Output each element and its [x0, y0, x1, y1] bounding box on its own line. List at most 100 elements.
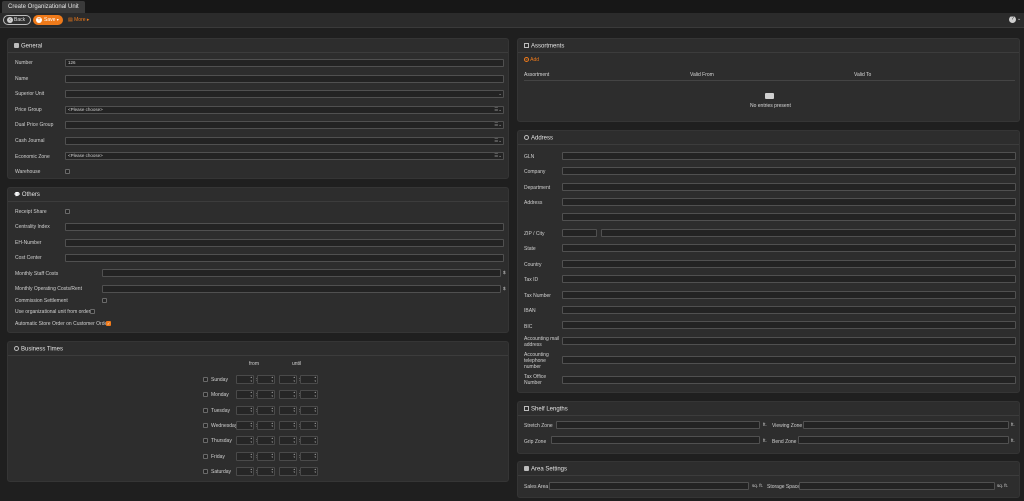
price-group-select[interactable]: <Please choose> ☰⌄	[65, 106, 504, 114]
day-checkbox[interactable]	[203, 407, 208, 413]
name-label: Name	[15, 76, 29, 82]
from-hour-spinner[interactable]: ▴ ▾	[236, 390, 254, 400]
from-hour-spinner[interactable]: ▴ ▾	[236, 451, 254, 461]
from-hour-spinner[interactable]: ▴ ▾	[236, 436, 254, 446]
until-minute-spinner[interactable]: ▴ ▾	[300, 451, 318, 461]
operating-costs-input[interactable]	[102, 285, 501, 293]
chat-icon: 💬	[14, 192, 21, 198]
day-checkbox[interactable]	[203, 422, 208, 428]
column-valid-to[interactable]: Valid To	[854, 72, 871, 78]
until-minute-spinner[interactable]: ▴ ▾	[300, 390, 318, 400]
storage-space-input[interactable]	[799, 482, 995, 490]
chevron-down-icon[interactable]: ⌄	[1017, 16, 1021, 22]
gln-input[interactable]	[562, 152, 1016, 160]
accounting-mail-input[interactable]	[562, 337, 1016, 345]
until-hour-spinner[interactable]: ▴ ▾	[279, 390, 297, 400]
column-assortment[interactable]: Assortment	[524, 72, 549, 78]
until-minute-spinner[interactable]: ▴ ▾	[300, 436, 318, 446]
assortments-title-text: Assortments	[531, 43, 565, 50]
tax-office-label-line2: Number	[524, 380, 542, 386]
add-assortment-button[interactable]: + Add	[524, 57, 539, 63]
cash-journal-select[interactable]: ☰⌄	[65, 137, 504, 145]
city-input[interactable]	[601, 229, 1016, 237]
superior-unit-select[interactable]: ⌄	[65, 90, 504, 98]
warehouse-checkbox[interactable]	[65, 169, 70, 174]
from-hour-spinner[interactable]: ▴ ▾	[236, 405, 254, 415]
column-valid-from[interactable]: Valid From	[690, 72, 714, 78]
business-day-row: Thursday▴▾:▴▾▴▾:▴▾	[8, 436, 508, 446]
day-checkbox[interactable]	[203, 453, 208, 459]
from-hour-spinner[interactable]: ▴ ▾	[236, 420, 254, 430]
from-minute-spinner[interactable]: ▴ ▾	[257, 390, 275, 400]
day-checkbox[interactable]	[203, 438, 208, 444]
from-minute-spinner[interactable]: ▴ ▾	[257, 436, 275, 446]
help-icon[interactable]: ?	[1009, 16, 1016, 23]
address-icon	[524, 135, 529, 140]
state-input[interactable]	[562, 244, 1016, 252]
name-input[interactable]	[65, 75, 504, 83]
from-minute-spinner[interactable]: ▴ ▾	[257, 451, 275, 461]
until-hour-spinner[interactable]: ▴ ▾	[279, 451, 297, 461]
zip-input[interactable]	[562, 229, 597, 237]
company-input[interactable]	[562, 167, 1016, 175]
spinner-arrows-icon: ▴ ▾	[271, 405, 273, 414]
assortments-icon	[524, 43, 529, 48]
until-hour-spinner[interactable]: ▴ ▾	[279, 405, 297, 415]
until-minute-spinner[interactable]: ▴ ▾	[300, 405, 318, 415]
department-input[interactable]	[562, 183, 1016, 191]
tax-number-input[interactable]	[562, 291, 1016, 299]
country-input[interactable]	[562, 260, 1016, 268]
auto-store-checkbox[interactable]: ✓	[106, 321, 111, 326]
from-minute-spinner[interactable]: ▴ ▾	[257, 420, 275, 430]
address-line1-input[interactable]	[562, 198, 1016, 206]
more-button[interactable]: ▤ More ▸	[68, 15, 89, 25]
tax-office-input[interactable]	[562, 376, 1016, 384]
toolbar	[0, 13, 1024, 28]
until-minute-spinner[interactable]: ▴ ▾	[300, 420, 318, 430]
commission-checkbox[interactable]	[102, 298, 107, 303]
until-header: until	[292, 361, 302, 367]
bic-input[interactable]	[562, 321, 1016, 329]
address-line2-input[interactable]	[562, 213, 1016, 221]
business-day-row: Sunday▴▾:▴▾▴▾:▴▾	[8, 375, 508, 385]
until-hour-spinner[interactable]: ▴ ▾	[279, 375, 297, 384]
until-hour-spinner[interactable]: ▴ ▾	[279, 436, 297, 446]
viewing-zone-input[interactable]	[803, 421, 1009, 429]
cost-center-input[interactable]	[65, 254, 504, 262]
address-panel: Address GLN Company Department Address Z…	[517, 130, 1020, 393]
dual-price-group-select[interactable]: ☰⌄	[65, 121, 504, 129]
day-checkbox[interactable]	[203, 468, 208, 474]
back-button[interactable]: ‹ Back	[3, 15, 31, 25]
tax-id-input[interactable]	[562, 275, 1016, 283]
until-minute-spinner[interactable]: ▴ ▾	[300, 466, 318, 476]
until-hour-spinner[interactable]: ▴ ▾	[279, 420, 297, 430]
day-checkbox[interactable]	[203, 392, 208, 398]
back-arrow-icon: ‹	[7, 17, 13, 23]
from-minute-spinner[interactable]: ▴ ▾	[257, 375, 275, 384]
from-minute-spinner[interactable]: ▴ ▾	[257, 466, 275, 476]
receipt-share-checkbox[interactable]	[65, 209, 70, 214]
eh-number-input[interactable]	[65, 239, 504, 247]
centrality-index-input[interactable]	[65, 223, 504, 231]
from-hour-spinner[interactable]: ▴ ▾	[236, 466, 254, 476]
save-button[interactable]: + Save ▾	[33, 15, 63, 25]
accounting-telephone-input[interactable]	[562, 356, 1016, 364]
auto-store-label: Automatic Store Order on Customer Order	[15, 321, 109, 327]
economic-zone-select[interactable]: <Please choose> ☰⌄	[65, 152, 504, 160]
tab-create-org-unit[interactable]: Create Organizational Unit	[2, 1, 85, 13]
number-input[interactable]: 126	[65, 59, 504, 67]
from-minute-spinner[interactable]: ▴ ▾	[257, 405, 275, 415]
stretch-zone-input[interactable]	[556, 421, 760, 429]
day-checkbox[interactable]	[203, 377, 208, 382]
bend-zone-input[interactable]	[798, 436, 1009, 444]
iban-input[interactable]	[562, 306, 1016, 314]
staff-costs-input[interactable]	[102, 269, 501, 277]
receipt-share-label: Receipt Share	[15, 209, 47, 215]
operating-costs-label: Monthly Operating Costs/Rent	[15, 286, 82, 292]
until-minute-spinner[interactable]: ▴ ▾	[300, 375, 318, 384]
until-hour-spinner[interactable]: ▴ ▾	[279, 466, 297, 476]
use-org-unit-checkbox[interactable]	[90, 309, 95, 314]
from-hour-spinner[interactable]: ▴ ▾	[236, 375, 254, 384]
grip-zone-input[interactable]	[551, 436, 760, 444]
sales-area-input[interactable]	[549, 482, 749, 490]
